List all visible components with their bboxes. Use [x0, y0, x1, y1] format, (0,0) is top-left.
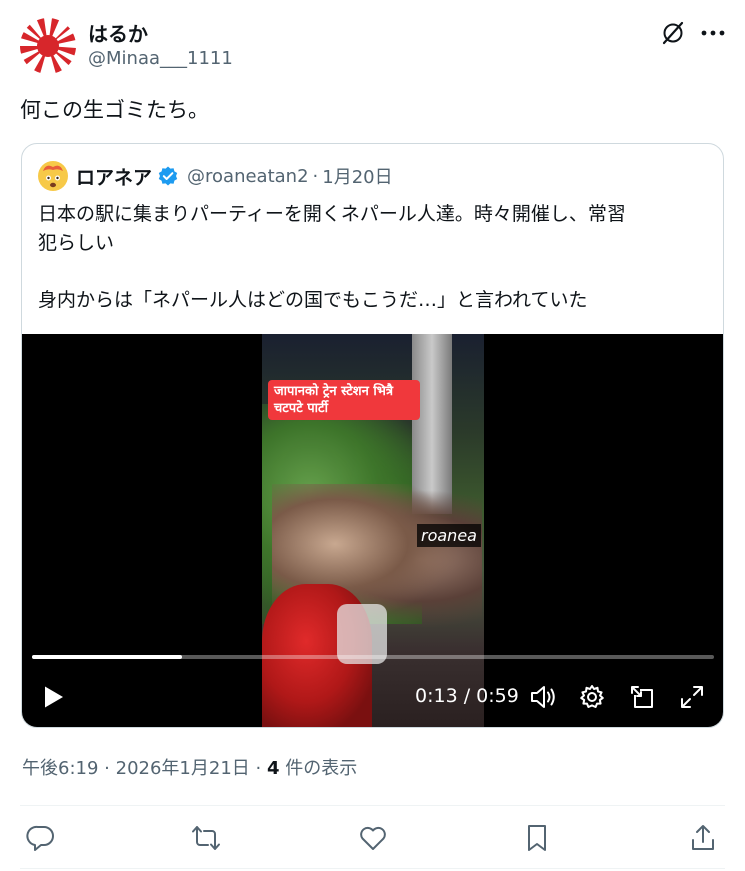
- author-avatar[interactable]: [20, 18, 76, 74]
- picture-in-picture-icon[interactable]: [629, 684, 655, 710]
- separator-dot: ·: [255, 758, 262, 779]
- quoted-tweet-card[interactable]: ロアネア @roaneatan2 · 1月20日 日本の駅に集まりパーティーを開…: [21, 143, 724, 728]
- quoted-text-line: 日本の駅に集まりパーティーを開くネパール人達。時々開催し、常習: [38, 203, 626, 225]
- tweet-text: 何この生ゴミたち。: [20, 98, 209, 122]
- video-player[interactable]: जापानको ट्रेन स्टेशन भित्रै चटपटे पार्टी…: [22, 334, 723, 727]
- tweet-date[interactable]: 2026年1月21日: [116, 758, 250, 779]
- video-progress-fill: [32, 655, 183, 659]
- views-label[interactable]: 件の表示: [280, 758, 357, 779]
- author-name[interactable]: はるか: [88, 18, 148, 47]
- quoted-tweet-text: 日本の駅に集まりパーティーを開くネパール人達。時々開催し、常習 犯らしい 身内か…: [38, 200, 708, 315]
- share-icon[interactable]: [688, 823, 718, 853]
- quoted-author-handle[interactable]: @roaneatan2: [187, 166, 309, 187]
- video-time: 0:13 / 0:59: [415, 685, 519, 707]
- reply-icon[interactable]: [26, 823, 56, 853]
- quoted-tweet-header: ロアネア @roaneatan2 · 1月20日: [38, 161, 393, 191]
- volume-icon[interactable]: [529, 684, 557, 710]
- separator-dot: ·: [312, 165, 319, 187]
- exploding-head-emoji-icon[interactable]: [38, 161, 68, 191]
- verified-badge-icon: [158, 166, 178, 186]
- settings-gear-icon[interactable]: [579, 684, 605, 710]
- separator-dot: ·: [104, 758, 110, 779]
- bookmark-icon[interactable]: [522, 823, 552, 853]
- divider: [20, 805, 725, 806]
- video-watermark: roanea: [417, 524, 481, 547]
- tweet-time[interactable]: 午後6:19: [22, 758, 98, 779]
- grok-icon[interactable]: [660, 20, 686, 46]
- action-bar: [20, 817, 725, 859]
- divider: [20, 868, 725, 869]
- author-handle[interactable]: @Minaa___1111: [88, 48, 233, 69]
- fullscreen-icon[interactable]: [679, 684, 705, 710]
- play-icon[interactable]: [40, 684, 66, 710]
- quoted-author-name[interactable]: ロアネア: [76, 163, 152, 190]
- tweet-meta: 午後6:19 · 2026年1月21日 · 4 件の表示: [22, 754, 357, 780]
- retweet-icon[interactable]: [191, 823, 221, 853]
- more-options-icon[interactable]: [698, 18, 728, 48]
- like-icon[interactable]: [358, 823, 388, 853]
- tweet-header: はるか @Minaa___1111: [20, 14, 730, 76]
- quoted-text-line: 犯らしい: [38, 232, 115, 254]
- video-frame: जापानको ट्रेन स्टेशन भित्रै चटपटे पार्टी…: [262, 334, 484, 727]
- rising-sun-flag-avatar: [20, 18, 76, 74]
- quoted-tweet-date[interactable]: 1月20日: [322, 163, 392, 189]
- views-count[interactable]: 4: [267, 758, 280, 779]
- video-overlay-caption: जापानको ट्रेन स्टेशन भित्रै चटपटे पार्टी: [268, 380, 420, 420]
- video-progress-bar[interactable]: [32, 655, 714, 659]
- quoted-text-line: 身内からは「ネパール人はどの国でもこうだ…」と言われていた: [38, 289, 588, 311]
